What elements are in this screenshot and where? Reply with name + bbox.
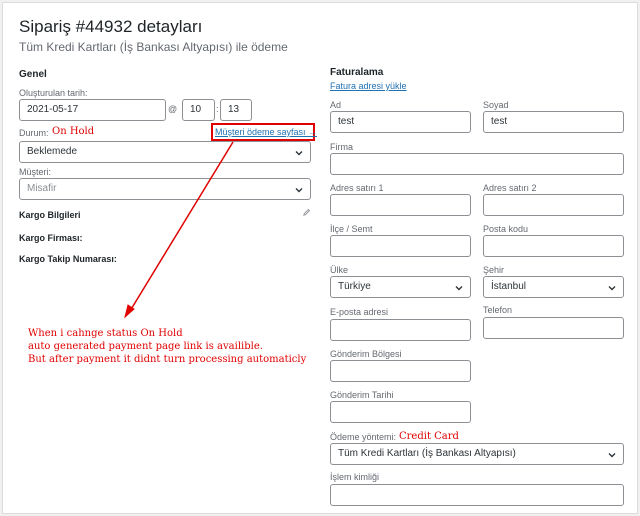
page-title: Sipariş #44932 detayları [19,17,203,36]
page-subtitle: Tüm Kredi Kartları (İş Bankası Altyapısı… [19,40,288,54]
shipping-info-heading: Kargo Bilgileri [19,210,81,220]
payment-method-label: Ödeme yöntemi: [330,432,397,442]
status-label: Durum: [19,128,49,138]
district-input[interactable] [330,235,471,257]
shipping-date-input[interactable] [330,401,471,423]
annotation-line: But after payment it didnt turn processi… [28,354,307,365]
chevron-down-icon [608,286,616,291]
phone-label: Telefon [483,305,513,315]
postcode-input[interactable] [483,235,624,257]
shipping-tracking-label: Kargo Takip Numarası: [19,254,117,264]
country-select[interactable]: Türkiye [330,276,471,298]
company-label: Firma [330,142,353,152]
status-annotation: On Hold [52,126,95,137]
shipping-region-label: Gönderim Bölgesi [330,349,402,359]
customer-label: Müşteri: [19,167,52,177]
payment-annotation: Credit Card [399,431,459,442]
minute-input[interactable]: 13 [220,99,252,121]
billing-heading: Faturalama [330,67,384,78]
annotation-line: auto generated payment page link is avai… [28,341,263,352]
chevron-down-icon [295,151,303,156]
pencil-icon[interactable] [302,208,311,217]
shipping-region-input[interactable] [330,360,471,382]
payment-method-select-value: Tüm Kredi Kartları (İş Bankası Altyapısı… [338,448,516,459]
country-select-value: Türkiye [338,281,371,292]
country-label: Ülke [330,265,349,275]
chevron-down-icon [295,188,303,193]
chevron-down-icon [455,286,463,291]
email-label: E-posta adresi [330,307,389,317]
general-heading: Genel [19,69,47,80]
address2-label: Adres satırı 2 [483,183,537,193]
transaction-id-input[interactable] [330,484,624,506]
shipping-company-label: Kargo Firması: [19,233,83,243]
date-input[interactable]: 2021-05-17 [19,99,166,121]
city-select[interactable]: İstanbul [483,276,624,298]
status-select[interactable]: Beklemede [19,141,311,163]
customer-payment-page-link[interactable]: Müşteri ödeme sayfası → [215,127,317,137]
load-billing-address-link[interactable]: Fatura adresi yükle [330,81,407,91]
district-label: İlçe / Semt [330,224,373,234]
first-name-input[interactable]: test [330,111,471,133]
created-date-label: Oluşturulan tarih: [19,88,88,98]
last-name-input[interactable]: test [483,111,624,133]
at-symbol: @ [168,104,178,114]
postcode-label: Posta kodu [483,224,529,234]
order-panel: Sipariş #44932 detayları Tüm Kredi Kartl… [2,2,638,514]
phone-input[interactable] [483,317,624,339]
city-select-value: İstanbul [491,281,527,292]
address1-input[interactable] [330,194,471,216]
time-separator: : [216,104,219,114]
email-input[interactable] [330,319,471,341]
annotation-line: When i cahnge status On Hold [28,328,183,339]
company-input[interactable] [330,153,624,175]
payment-method-select[interactable]: Tüm Kredi Kartları (İş Bankası Altyapısı… [330,443,624,465]
address1-label: Adres satırı 1 [330,183,384,193]
first-name-label: Ad [330,100,342,110]
last-name-label: Soyad [483,100,509,110]
customer-select[interactable]: Misafir [19,178,311,200]
city-label: Şehir [483,265,505,275]
shipping-date-label: Gönderim Tarihi [330,390,394,400]
annotation-note: When i cahnge status On Hold auto genera… [28,327,306,366]
chevron-down-icon [608,453,616,458]
address2-input[interactable] [483,194,624,216]
status-select-value: Beklemede [27,146,78,157]
hour-input[interactable]: 10 [182,99,215,121]
customer-select-value: Misafir [27,183,57,194]
transaction-id-label: İşlem kimliği [330,472,380,482]
